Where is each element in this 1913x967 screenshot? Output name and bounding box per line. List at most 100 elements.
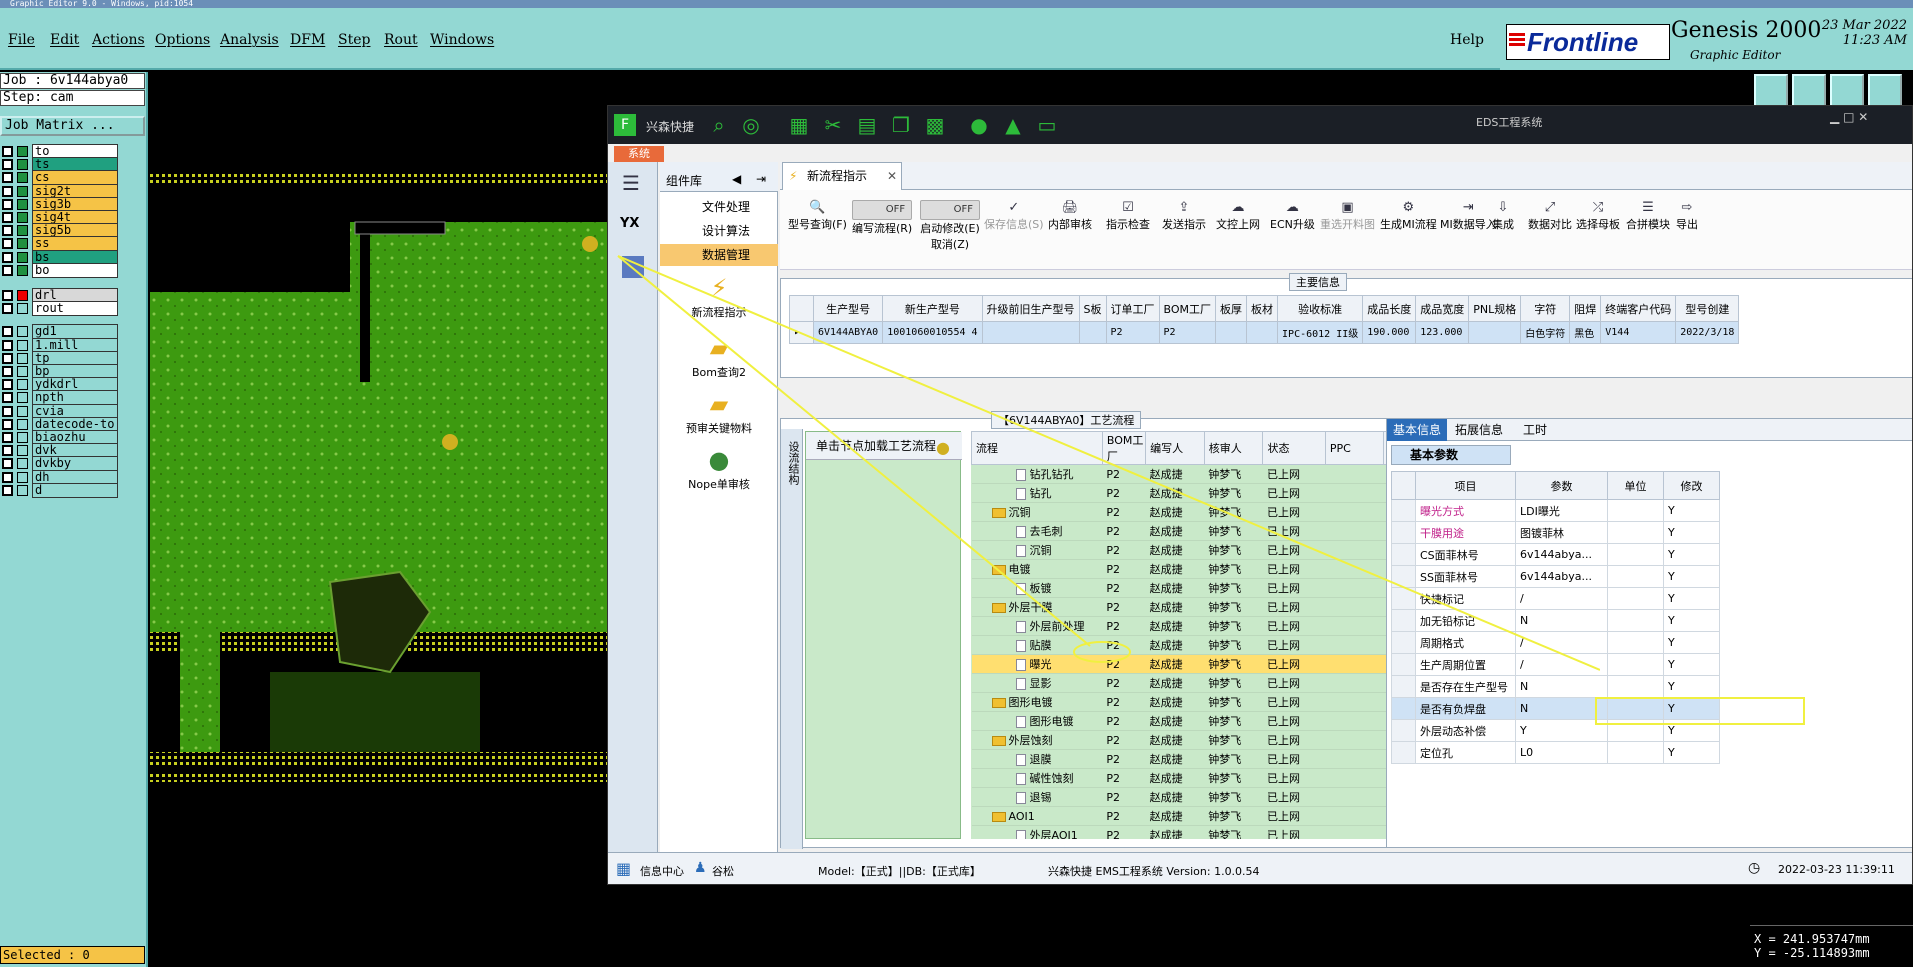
column-header[interactable]: 参数 xyxy=(1515,471,1608,500)
column-header[interactable]: 板材 xyxy=(1246,295,1279,322)
table-row[interactable]: 显影P2赵成捷钟梦飞已上网1 xyxy=(971,673,1395,693)
table-row[interactable]: 干膜用途 图镀菲林 Y xyxy=(1391,521,1720,544)
layer-checkbox[interactable] xyxy=(2,264,13,276)
layer-checkbox[interactable] xyxy=(2,172,13,184)
table-row[interactable]: 曝光方式 LDI曝光 Y xyxy=(1391,499,1720,522)
layer-checkbox[interactable] xyxy=(2,146,13,157)
table-row[interactable]: 去毛刺P2赵成捷钟梦飞已上网1 xyxy=(971,521,1395,541)
column-header[interactable]: BOM工厂 xyxy=(1158,295,1217,322)
table-row[interactable]: 贴膜P2赵成捷钟梦飞已上网1 xyxy=(971,635,1395,655)
lib-new-process[interactable]: ⚡ 新流程指示 xyxy=(660,274,778,320)
table-row[interactable]: 是否存在生产型号 N Y xyxy=(1391,675,1720,698)
layer-checkbox[interactable] xyxy=(2,238,13,250)
layer-checkbox[interactable] xyxy=(2,339,13,351)
menu-actions[interactable]: Actions xyxy=(92,32,145,48)
film-icon[interactable]: ▤ xyxy=(856,114,878,136)
download-icon[interactable] xyxy=(1792,74,1826,108)
table-row[interactable]: 图形电镀P2赵成捷钟梦飞已上网1 xyxy=(971,711,1395,731)
ribbon-button[interactable]: ⇩ 集成 xyxy=(1492,200,1514,232)
table-row[interactable]: 生产周期位置 / Y xyxy=(1391,653,1720,676)
tab-extended-info[interactable]: 拓展信息 xyxy=(1449,419,1509,441)
tab-work-hours[interactable]: 工时 xyxy=(1517,419,1553,441)
table-row[interactable]: 钻孔钻孔P2赵成捷钟梦飞已上网1 xyxy=(971,464,1395,484)
table-row[interactable]: 退锡P2赵成捷钟梦飞已上网1 xyxy=(971,787,1395,807)
table-row[interactable]: 加无铅标记 N Y xyxy=(1391,609,1720,632)
ribbon-button[interactable]: ⇨ 导出 xyxy=(1676,200,1698,232)
param-value[interactable]: / xyxy=(1515,631,1608,654)
info-center[interactable]: 信息中心 xyxy=(640,863,684,879)
search-icon[interactable]: ⌕ xyxy=(708,114,730,136)
ribbon-button[interactable]: ⇪ 发送指示 xyxy=(1162,200,1206,232)
ribbon-button[interactable]: ☁ ECN升级 xyxy=(1270,200,1315,232)
table-row[interactable]: 退膜P2赵成捷钟梦飞已上网1 xyxy=(971,749,1395,769)
column-header[interactable]: 终端客户代码 xyxy=(1600,295,1677,322)
lib-data-management[interactable]: 数据管理 xyxy=(660,244,778,266)
table-row[interactable]: 电镀P2赵成捷钟梦飞已上网1 xyxy=(971,559,1395,579)
table-row[interactable]: 周期格式 / Y xyxy=(1391,631,1720,654)
layer-checkbox[interactable] xyxy=(2,198,13,210)
layer-name[interactable]: d xyxy=(32,482,118,498)
layer-name[interactable]: rout xyxy=(32,301,118,317)
column-header[interactable]: 升级前旧生产型号 xyxy=(981,295,1080,322)
table-row[interactable]: 外层蚀刻P2赵成捷钟梦飞已上网1 xyxy=(971,730,1395,750)
column-header[interactable]: 成品长度 xyxy=(1362,295,1417,322)
layer-checkbox[interactable] xyxy=(2,484,13,496)
param-value[interactable]: Y xyxy=(1515,719,1608,742)
column-header[interactable]: PNL规格 xyxy=(1468,295,1522,322)
table-row[interactable]: ▸ 6V144ABYA0 1001060010554 4 P2 P2 IPC-6012 I… xyxy=(789,321,1740,344)
copy-icon[interactable]: ❐ xyxy=(890,114,912,136)
pin-icon[interactable]: ⇥ xyxy=(756,172,766,186)
param-value[interactable]: N xyxy=(1515,697,1608,720)
menu-windows[interactable]: Windows xyxy=(430,32,494,48)
ribbon-button[interactable]: OFF 编写流程(R) xyxy=(852,200,912,236)
layer-row[interactable]: bo xyxy=(0,262,120,278)
process-side-tab[interactable]: 设流结构 xyxy=(781,429,803,849)
ribbon-button[interactable]: ⤮ 选择母板 xyxy=(1576,200,1620,232)
param-value[interactable]: N xyxy=(1515,675,1608,698)
pcb-canvas[interactable] xyxy=(150,72,610,967)
grid-icon[interactable]: ▩ xyxy=(924,114,946,136)
monitor-icon[interactable]: ▭ xyxy=(1036,114,1058,136)
chart-icon[interactable]: ▲ xyxy=(1002,114,1024,136)
table-row[interactable]: 曝光P2赵成捷钟梦飞已上网1 xyxy=(971,654,1395,674)
param-value[interactable]: N xyxy=(1515,609,1608,632)
ribbon-button[interactable]: ☰ 合拼模块 xyxy=(1626,200,1670,232)
column-header[interactable]: 阻焊 xyxy=(1569,295,1602,322)
table-row[interactable]: 板镀P2赵成捷钟梦飞已上网1 xyxy=(971,578,1395,598)
layer-checkbox[interactable] xyxy=(2,471,13,483)
lib-bom-query[interactable]: ▰ Bom查询2 xyxy=(660,334,778,380)
table-row[interactable]: SS面菲林号 6v144abya... Y xyxy=(1391,565,1720,588)
param-value[interactable]: 6v144abya... xyxy=(1515,543,1608,566)
column-header[interactable]: S板 xyxy=(1078,295,1107,322)
menu-icon[interactable]: ☰ xyxy=(622,172,644,194)
job-matrix-button[interactable]: Job Matrix ... xyxy=(0,116,145,136)
column-header[interactable]: 成品宽度 xyxy=(1415,295,1470,322)
layer-checkbox[interactable] xyxy=(2,159,13,171)
layer-checkbox[interactable] xyxy=(2,392,13,404)
table-row[interactable]: AOI1P2赵成捷钟梦飞已上网1 xyxy=(971,806,1395,826)
layer-checkbox[interactable] xyxy=(2,212,13,223)
column-header[interactable]: 修改 xyxy=(1663,471,1720,500)
lib-nope-audit[interactable]: ● Nope单审核 xyxy=(660,446,778,492)
close-tab-icon[interactable]: ✕ xyxy=(887,163,897,189)
param-value[interactable]: / xyxy=(1515,653,1608,676)
column-header[interactable]: 流程 xyxy=(971,431,1103,465)
table-row[interactable]: 定位孔 L0 Y xyxy=(1391,741,1720,764)
column-header[interactable]: 验收标准 xyxy=(1277,295,1364,322)
maximize-icon[interactable]: □ xyxy=(1843,110,1854,124)
layer-checkbox[interactable] xyxy=(2,352,13,364)
ribbon-button[interactable]: ☑ 指示检查 xyxy=(1106,200,1150,232)
menu-edit[interactable]: Edit xyxy=(50,32,79,48)
menu-step[interactable]: Step xyxy=(338,32,370,48)
layer-checkbox[interactable] xyxy=(2,290,13,301)
param-value[interactable]: L0 xyxy=(1515,741,1608,764)
column-header[interactable]: 状态 xyxy=(1262,431,1326,465)
table-row[interactable]: 图形电镀P2赵成捷钟梦飞已上网1 xyxy=(971,692,1395,712)
column-header[interactable]: BOM工厂 xyxy=(1101,431,1147,465)
column-header[interactable]: PPC xyxy=(1324,431,1384,465)
column-header[interactable]: 核审人 xyxy=(1203,431,1264,465)
layer-checkbox[interactable] xyxy=(2,303,13,315)
column-header[interactable]: 新生产型号 xyxy=(882,295,983,322)
ribbon-button[interactable]: ⤢ 数据对比 xyxy=(1528,200,1572,232)
column-header[interactable]: 单位 xyxy=(1607,471,1664,500)
